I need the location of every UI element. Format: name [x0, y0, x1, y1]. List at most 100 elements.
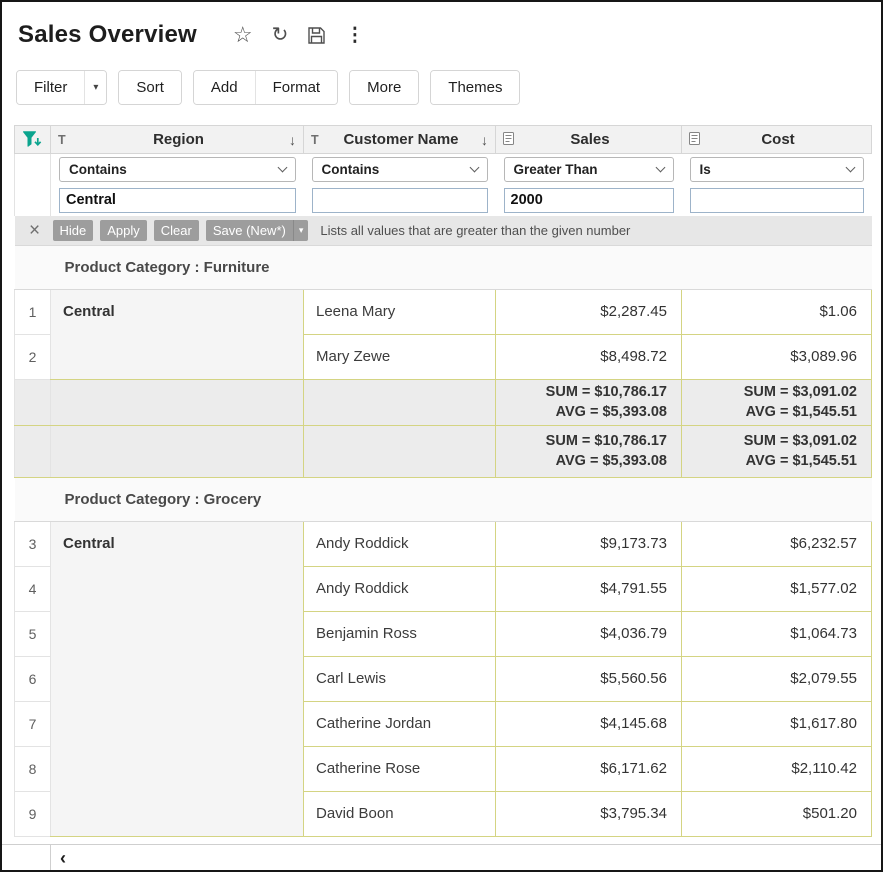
- themes-button[interactable]: Themes: [431, 71, 519, 104]
- operator-value: Contains: [69, 162, 127, 177]
- number-type-icon: [689, 132, 704, 148]
- cost-filter-input[interactable]: [690, 188, 864, 213]
- customer-filter-input[interactable]: [312, 188, 488, 213]
- row-number: 4: [15, 566, 51, 611]
- sales-cell: $8,498.72: [496, 334, 682, 379]
- sort-button[interactable]: Sort: [119, 71, 181, 104]
- row-number: 9: [15, 791, 51, 836]
- sort-button-group: Sort: [118, 70, 182, 105]
- horizontal-scrollbar[interactable]: ‹: [2, 844, 881, 870]
- column-header-cost[interactable]: Cost: [682, 126, 872, 154]
- add-button[interactable]: Add: [194, 71, 255, 104]
- close-filter-icon[interactable]: ×: [24, 221, 46, 240]
- sales-filter-cell: [496, 185, 682, 216]
- sales-filter-input[interactable]: [504, 188, 674, 213]
- sort-descending-icon: ↓: [284, 132, 296, 148]
- column-header-customer-name[interactable]: T Customer Name ↓: [304, 126, 496, 154]
- sum-value: SUM = $3,091.02: [682, 382, 857, 402]
- apply-button[interactable]: Apply: [100, 220, 147, 241]
- region-operator-dropdown[interactable]: Contains: [59, 157, 296, 182]
- sales-cell: $2,287.45: [496, 289, 682, 334]
- group-header-grocery: Product Category : Grocery: [15, 477, 872, 521]
- row-number: [15, 379, 51, 425]
- region-cell: [51, 379, 304, 425]
- sales-cell: $6,171.62: [496, 746, 682, 791]
- clear-button[interactable]: Clear: [154, 220, 199, 241]
- cost-summary-cell: SUM = $3,091.02 AVG = $1,545.51: [682, 379, 872, 425]
- region-filter-input[interactable]: [59, 188, 296, 213]
- column-label: Region: [73, 131, 284, 148]
- cost-cell: $1,064.73: [682, 611, 872, 656]
- chevron-down-icon: [655, 162, 665, 172]
- cost-cell: $3,089.96: [682, 334, 872, 379]
- cost-cell: $6,232.57: [682, 521, 872, 566]
- operator-value: Contains: [322, 162, 380, 177]
- filter-funnel-header[interactable]: [15, 126, 51, 154]
- customer-cell: Benjamin Ross: [304, 611, 496, 656]
- avg-value: AVG = $5,393.08: [496, 402, 667, 422]
- column-header-region[interactable]: T Region ↓: [51, 126, 304, 154]
- table-row: 1 Central Leena Mary $2,287.45 $1.06: [15, 289, 872, 334]
- cost-summary-cell: SUM = $3,091.02 AVG = $1,545.51: [682, 425, 872, 477]
- avg-value: AVG = $5,393.08: [496, 451, 667, 471]
- filter-button-group: Filter ▾: [16, 70, 107, 105]
- filter-button[interactable]: Filter: [17, 71, 84, 104]
- column-header-sales[interactable]: Sales: [496, 126, 682, 154]
- region-cell: [51, 425, 304, 477]
- save-filter-button[interactable]: Save (New*): [206, 220, 293, 241]
- sales-cell: $4,145.68: [496, 701, 682, 746]
- column-label: Customer Name: [326, 131, 476, 148]
- save-filter-split-button: Save (New*) ▾: [206, 220, 309, 241]
- text-type-icon: T: [311, 133, 326, 147]
- cost-cell: $1,617.80: [682, 701, 872, 746]
- sales-cell: $9,173.73: [496, 521, 682, 566]
- cost-cell: $2,079.55: [682, 656, 872, 701]
- column-label: Sales: [518, 131, 662, 148]
- sum-value: SUM = $10,786.17: [496, 382, 667, 402]
- group-summary-row: SUM = $10,786.17 AVG = $5,393.08 SUM = $…: [15, 379, 872, 425]
- format-button[interactable]: Format: [255, 71, 338, 104]
- filter-value-row: [15, 185, 872, 216]
- row-number: 1: [15, 289, 51, 334]
- region-cell: Central: [51, 289, 304, 379]
- scroll-corner: [2, 845, 51, 870]
- customer-cell: Carl Lewis: [304, 656, 496, 701]
- row-number: 6: [15, 656, 51, 701]
- more-button[interactable]: More: [350, 71, 418, 104]
- more-button-group: More: [349, 70, 419, 105]
- filter-action-row: × Hide Apply Clear Save (New*) ▾ Lists a…: [15, 216, 872, 246]
- filter-hint-text: Lists all values that are greater than t…: [320, 223, 630, 238]
- row-number: 5: [15, 611, 51, 656]
- row-number: 2: [15, 334, 51, 379]
- grand-summary-row: SUM = $10,786.17 AVG = $5,393.08 SUM = $…: [15, 425, 872, 477]
- number-type-icon: [503, 132, 518, 148]
- save-icon[interactable]: [307, 26, 326, 45]
- app-window: Sales Overview ☆ ↻ ⋮ Filter ▾ Sort Add F…: [0, 0, 883, 872]
- row-number: 7: [15, 701, 51, 746]
- grid-wrapper: T Region ↓ T Customer Name ↓: [14, 125, 871, 837]
- save-filter-caret-icon[interactable]: ▾: [293, 220, 309, 241]
- scroll-left-icon[interactable]: ‹: [60, 849, 66, 867]
- favorite-star-icon[interactable]: ☆: [233, 24, 253, 46]
- filter-caret-icon[interactable]: ▾: [84, 71, 106, 104]
- cost-operator-dropdown[interactable]: Is: [690, 157, 864, 182]
- text-type-icon: T: [58, 133, 73, 147]
- chevron-down-icon: [845, 162, 855, 172]
- sales-cell: $4,791.55: [496, 566, 682, 611]
- cost-operator-cell: Is: [682, 154, 872, 185]
- customer-operator-dropdown[interactable]: Contains: [312, 157, 488, 182]
- kebab-menu-icon[interactable]: ⋮: [345, 26, 364, 45]
- cost-cell: $2,110.42: [682, 746, 872, 791]
- themes-button-group: Themes: [430, 70, 520, 105]
- funnel-sort-icon: [22, 131, 43, 148]
- customer-cell: Andy Roddick: [304, 521, 496, 566]
- refresh-icon[interactable]: ↻: [272, 25, 289, 45]
- sum-value: SUM = $3,091.02: [682, 431, 857, 451]
- data-grid: T Region ↓ T Customer Name ↓: [14, 125, 872, 837]
- cost-filter-cell: [682, 185, 872, 216]
- page-title: Sales Overview: [18, 21, 197, 49]
- title-actions: ☆ ↻ ⋮: [233, 24, 365, 46]
- sales-operator-dropdown[interactable]: Greater Than: [504, 157, 674, 182]
- toolbar: Filter ▾ Sort Add Format More Themes: [16, 70, 881, 105]
- hide-button[interactable]: Hide: [53, 220, 94, 241]
